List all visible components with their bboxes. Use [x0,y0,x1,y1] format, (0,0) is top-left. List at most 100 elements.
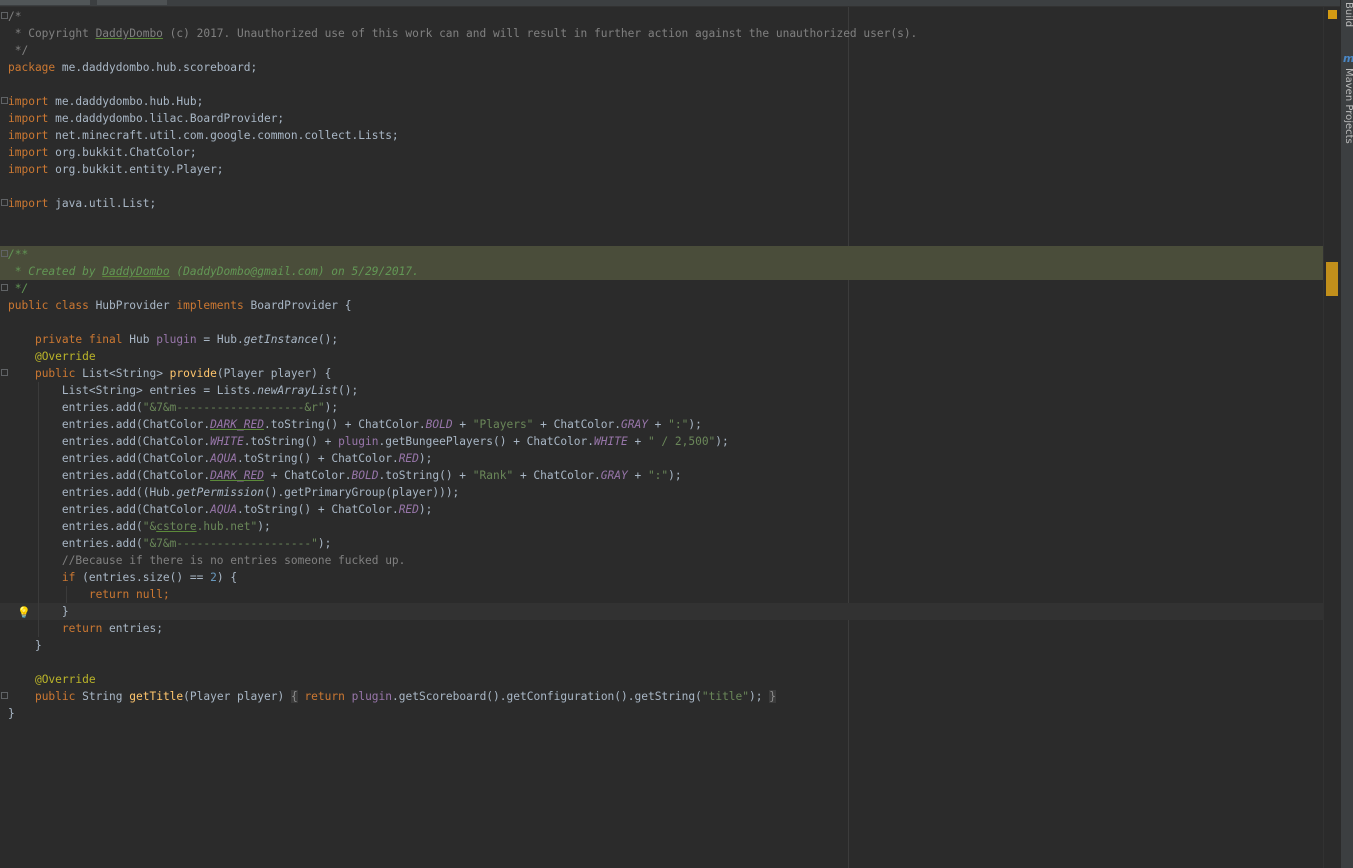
code-line: import org.bukkit.entity.Player; [0,161,1340,178]
import-name: me.daddydombo.lilac.BoardProvider; [48,112,285,125]
editor-tab-2[interactable] [97,0,167,5]
keyword: package [8,61,56,74]
inspection-status-icon[interactable] [1328,10,1337,19]
keyword: import [8,163,49,176]
code-text: Hub [122,333,157,346]
code-text: ) { [216,571,238,584]
editor-tab-1[interactable] [0,0,90,5]
code-text: ); [324,401,339,414]
code-text: BoardProvider { [243,299,352,312]
class-name: HubProvider [88,299,177,312]
indent-guide [38,450,39,467]
fold-marker-icon[interactable] [1,369,8,376]
doc-comment: */ [8,282,29,295]
keyword: import [8,197,49,210]
code-text: + [627,469,648,482]
string-literal: "&7&m--------------------" [142,537,318,550]
indent-guide [38,501,39,518]
method-name: getTitle [129,690,184,703]
code-text: entries.add( [61,401,143,414]
keyword: import [8,146,49,159]
code-text: entries.add( [61,520,143,533]
fold-placeholder[interactable]: { [290,690,298,703]
code-editor[interactable]: /* * Copyright DaddyDombo (c) 2017. Unau… [0,7,1340,868]
code-text: .getBungeePlayers() + ChatColor. [378,435,595,448]
fold-marker-icon[interactable] [1,284,8,291]
keyword: return [304,690,345,703]
string-literal: "Players" [472,418,534,431]
code-comment: /* [8,10,22,23]
indent-guide [38,416,39,433]
fold-marker-icon[interactable] [1,250,8,257]
fold-marker-icon[interactable] [1,692,8,699]
code-text: (); [338,384,359,397]
fold-marker-icon[interactable] [1,97,8,104]
static-field: RED [398,503,419,516]
maven-icon[interactable]: m [1343,52,1353,65]
indent-guide [38,586,39,603]
static-field: BOLD [351,469,379,482]
static-field: WHITE [594,435,628,448]
code-text: .toString() + ChatColor. [263,418,426,431]
fold-placeholder[interactable]: } [769,690,776,703]
static-field: RED [398,452,419,465]
code-text: (Player player) [183,690,291,703]
code-line: public String getTitle(Player player) { … [0,688,1340,705]
keyword: if [61,571,76,584]
annotation: @Override [34,673,96,686]
code-text: (Player player) { [216,367,332,380]
keyword: implements [176,299,244,312]
code-text: .getScoreboard().getConfiguration().getS… [392,690,702,703]
code-text: List<String> [75,367,170,380]
indent-guide [66,586,67,603]
code-line: entries.add(ChatColor.DARK_RED.toString(… [0,416,1340,433]
indent-guide [38,433,39,450]
string-literal: " / 2,500" [647,435,716,448]
code-line-current: 💡 } [0,603,1340,620]
editor-scrollbar[interactable] [1323,7,1340,868]
keyword: private final [34,333,123,346]
fold-marker-icon[interactable] [1,12,8,19]
method-call: getInstance [243,333,318,346]
lightbulb-icon[interactable]: 💡 [17,604,31,621]
string-literal: "&cstore.hub.net" [142,520,258,533]
code-text: entries.add(ChatColor. [61,503,211,516]
code-line: import net.minecraft.util.com.google.com… [0,127,1340,144]
doc-comment-word: DaddyDombo [102,265,170,278]
code-line: /* [0,8,1340,25]
method-name: provide [169,367,217,380]
indent-guide [38,382,39,399]
import-name: org.bukkit.entity.Player; [48,163,224,176]
code-text: entries.add(ChatColor. [61,418,211,431]
code-line: entries.add(ChatColor.DARK_RED + ChatCol… [0,467,1340,484]
field-name: plugin [156,333,197,346]
doc-comment: /** [8,248,29,261]
build-tool-tab[interactable]: Build [1343,2,1353,27]
import-name: net.minecraft.util.com.google.common.col… [48,129,399,142]
warning-marker[interactable] [1326,262,1338,296]
code-text: String [75,690,130,703]
maven-projects-tool-tab[interactable]: Maven Projects [1343,68,1353,144]
code-text: (); [317,333,339,346]
code-text: (entries.size() == [75,571,211,584]
code-text: + ChatColor. [513,469,601,482]
static-field: AQUA [210,503,238,516]
right-tool-strip: Build m Maven Projects [1340,0,1353,868]
code-line: import me.daddydombo.lilac.BoardProvider… [0,110,1340,127]
code-line: import java.util.List; [0,195,1340,212]
field-name: plugin [344,690,393,703]
import-name: org.bukkit.ChatColor; [48,146,197,159]
keyword: public [34,690,76,703]
string-literal: "&7&m-------------------&r" [142,401,325,414]
string-literal-word: cstore [156,520,197,533]
code-text: ); [418,452,433,465]
keyword: import [8,129,49,142]
code-line: @Override [0,671,1340,688]
code-text: ; [162,588,170,601]
code-text: + [647,418,669,431]
fold-marker-icon[interactable] [1,199,8,206]
code-line: */ [0,42,1340,59]
code-text: entries.add(ChatColor. [61,452,211,465]
